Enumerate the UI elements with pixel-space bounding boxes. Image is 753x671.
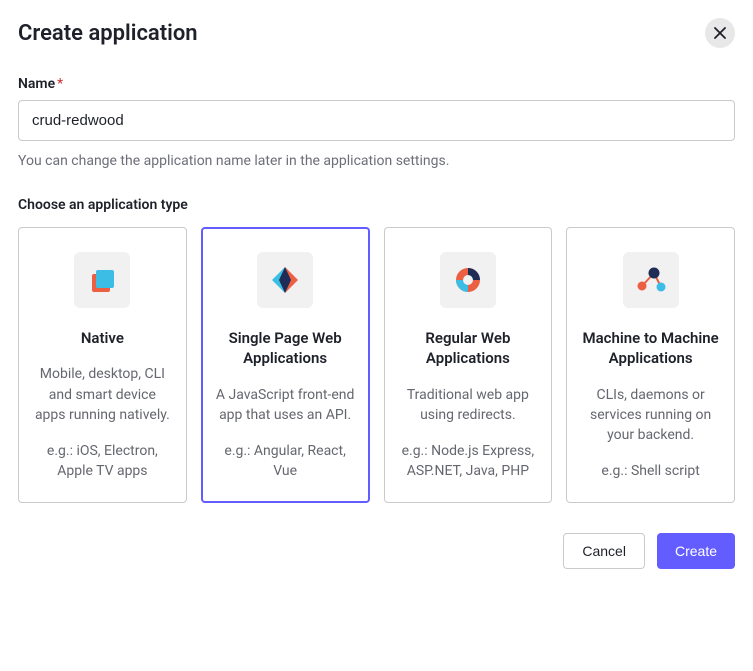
spa-icon bbox=[257, 252, 313, 308]
card-desc: CLIs, daemons or services running on you… bbox=[581, 385, 720, 446]
close-icon bbox=[714, 27, 726, 39]
card-eg: e.g.: iOS, Electron, Apple TV apps bbox=[33, 441, 172, 482]
name-label-text: Name bbox=[18, 76, 55, 92]
m2m-icon bbox=[623, 252, 679, 308]
card-eg: e.g.: Node.js Express, ASP.NET, Java, PH… bbox=[399, 441, 538, 482]
dialog-footer: Cancel Create bbox=[18, 533, 735, 569]
card-title: Machine to Machine Applications bbox=[581, 328, 720, 369]
name-input[interactable] bbox=[18, 100, 735, 141]
type-section-label: Choose an application type bbox=[18, 197, 735, 213]
regular-web-icon bbox=[440, 252, 496, 308]
card-title: Single Page Web Applications bbox=[216, 328, 355, 369]
card-desc: Traditional web app using redirects. bbox=[399, 385, 538, 426]
type-card-native[interactable]: Native Mobile, desktop, CLI and smart de… bbox=[18, 227, 187, 503]
name-help-text: You can change the application name late… bbox=[18, 153, 735, 169]
type-card-m2m[interactable]: Machine to Machine Applications CLIs, da… bbox=[566, 227, 735, 503]
card-title: Regular Web Applications bbox=[399, 328, 538, 369]
type-grid: Native Mobile, desktop, CLI and smart de… bbox=[18, 227, 735, 503]
create-button[interactable]: Create bbox=[657, 533, 735, 569]
required-asterisk: * bbox=[57, 76, 63, 92]
card-eg: e.g.: Shell script bbox=[601, 461, 699, 481]
type-card-regular-web[interactable]: Regular Web Applications Traditional web… bbox=[384, 227, 553, 503]
native-icon bbox=[74, 252, 130, 308]
close-button[interactable] bbox=[705, 18, 735, 48]
card-eg: e.g.: Angular, React, Vue bbox=[216, 441, 355, 482]
type-card-spa[interactable]: Single Page Web Applications A JavaScrip… bbox=[201, 227, 370, 503]
name-label: Name* bbox=[18, 76, 735, 92]
cancel-button[interactable]: Cancel bbox=[563, 533, 645, 569]
card-title: Native bbox=[81, 328, 124, 348]
card-desc: Mobile, desktop, CLI and smart device ap… bbox=[33, 364, 172, 425]
dialog-title: Create application bbox=[18, 21, 198, 46]
card-desc: A JavaScript front-end app that uses an … bbox=[216, 385, 355, 426]
